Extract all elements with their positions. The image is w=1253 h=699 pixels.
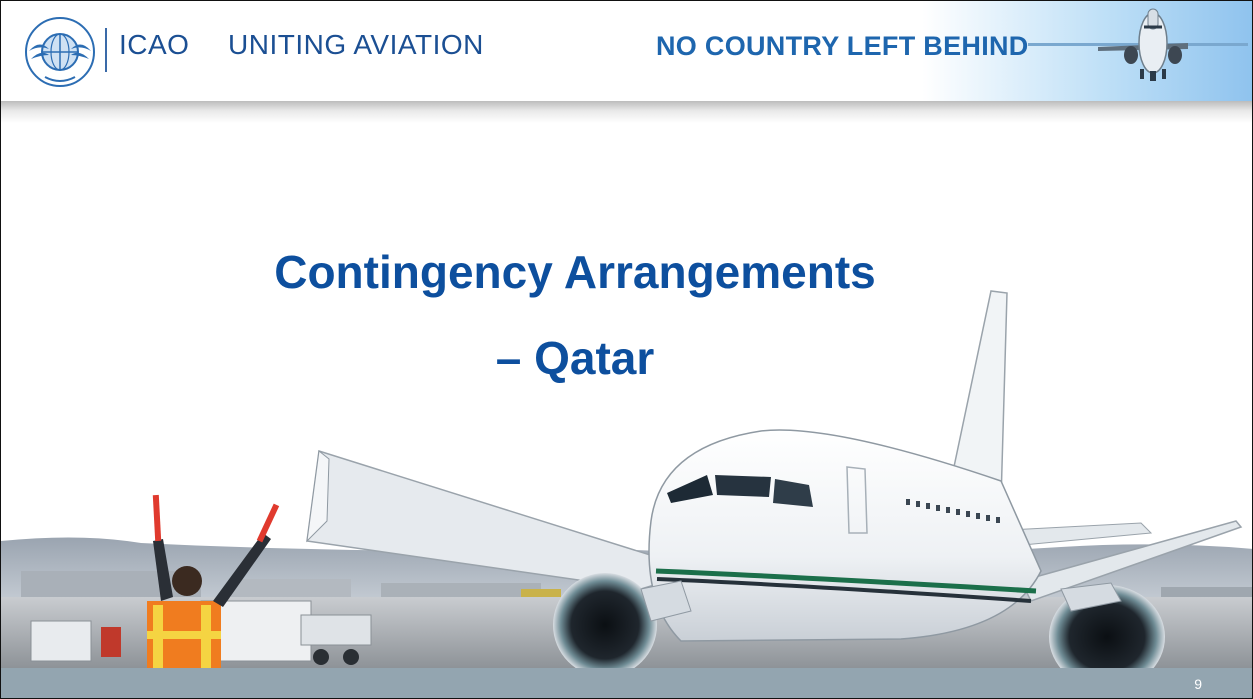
airplane-icon xyxy=(1028,8,1248,81)
header-shadow xyxy=(1,101,1252,123)
slide-title-line-2: – Qatar xyxy=(495,332,655,384)
page-number: 9 xyxy=(1194,676,1202,692)
header-banner: ICAO UNITING AVIATION NO COUNTRY LEFT BE… xyxy=(1,1,1252,103)
org-motto: UNITING AVIATION xyxy=(228,29,484,60)
slide: ICAO UNITING AVIATION NO COUNTRY LEFT BE… xyxy=(0,0,1253,699)
header-divider xyxy=(105,28,107,72)
org-name: ICAO xyxy=(119,29,190,60)
footer-bar: 9 xyxy=(1,668,1252,698)
header-tagline: NO COUNTRY LEFT BEHIND xyxy=(656,31,1029,61)
slide-title-line-1: Contingency Arrangements xyxy=(274,246,876,298)
icao-emblem-icon xyxy=(25,17,95,87)
